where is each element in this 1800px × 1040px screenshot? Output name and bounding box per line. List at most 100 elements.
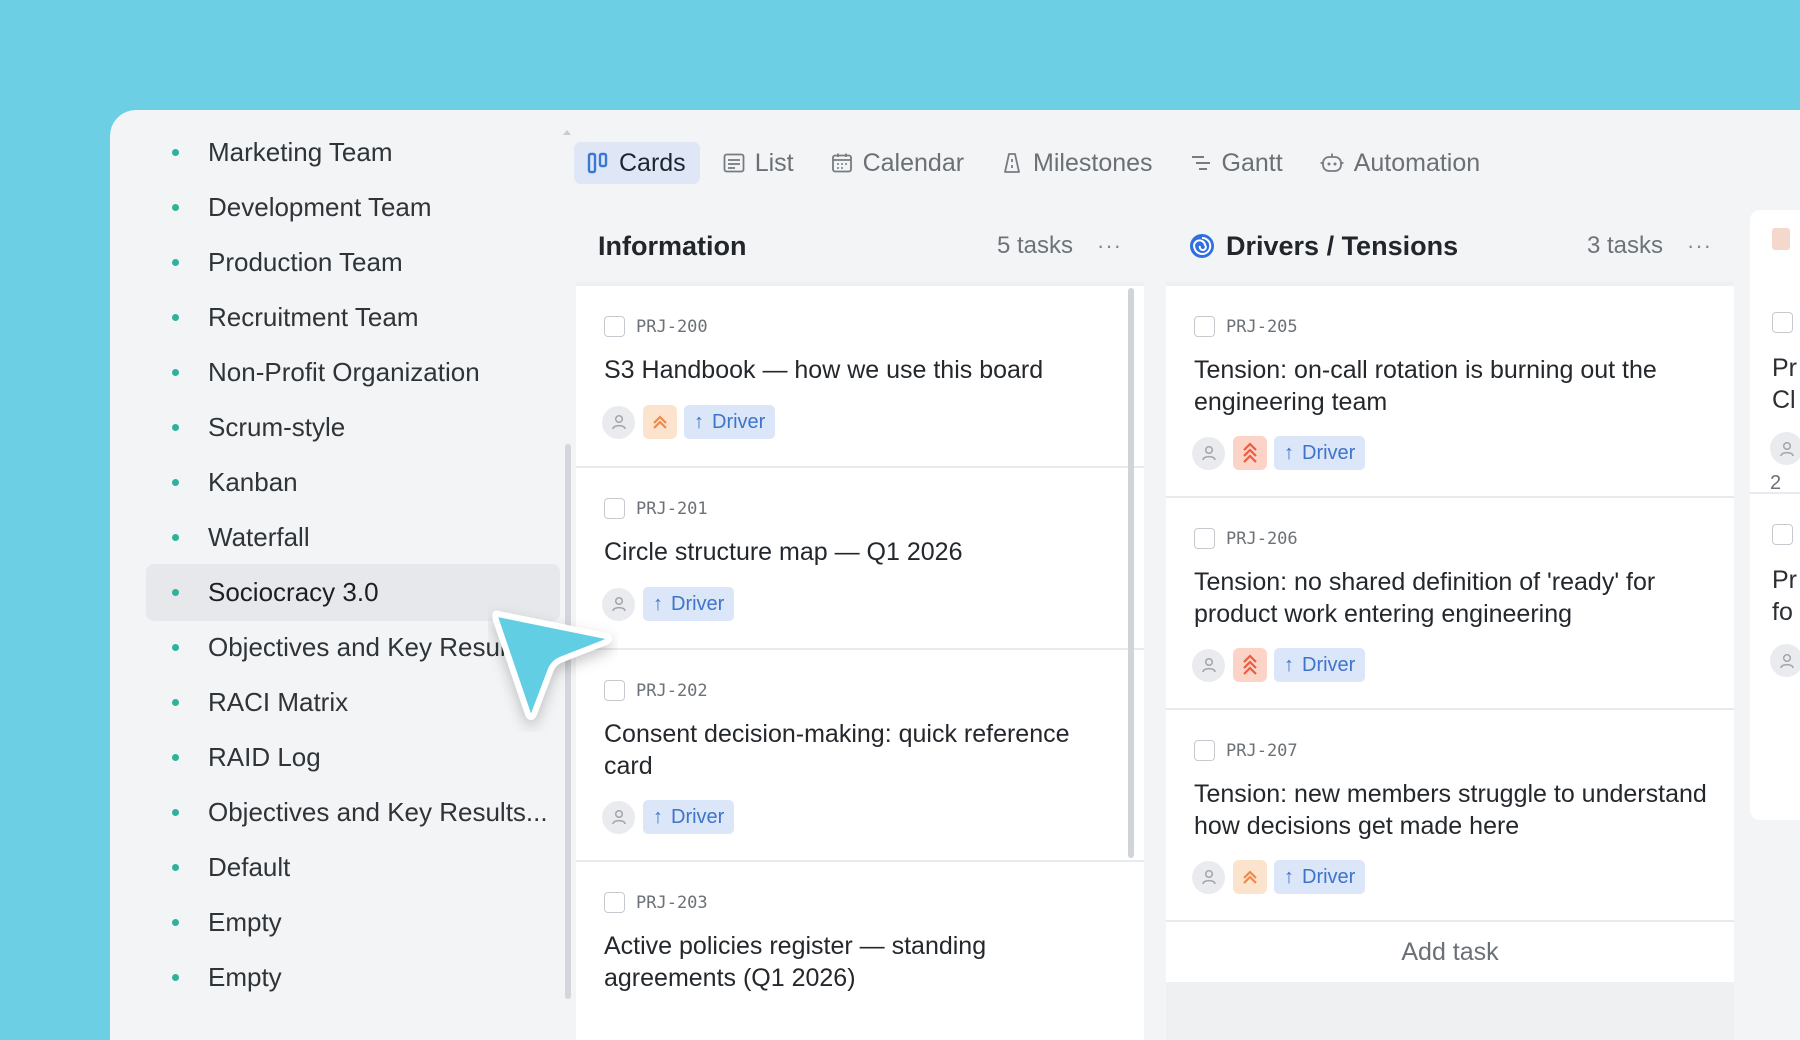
app-window: Marketing Team Development Team Producti…	[110, 110, 1800, 1040]
task-id: PRJ-205	[1226, 316, 1298, 337]
priority-high-icon[interactable]	[1233, 648, 1267, 682]
task-card[interactable]: PRJ-201 Circle structure map — Q1 2026 ↑…	[576, 468, 1144, 650]
bullet-icon	[172, 754, 179, 761]
sidebar-item-label: RAID Log	[208, 742, 321, 772]
add-task-button[interactable]: Add task	[1166, 922, 1734, 982]
tab-milestones[interactable]: Milestones	[988, 142, 1167, 184]
assignee-avatar-icon[interactable]	[602, 405, 635, 439]
calendar-icon	[831, 153, 852, 173]
task-card[interactable]: PRJ-202 Consent decision-making: quick r…	[576, 650, 1144, 862]
sidebar: Marketing Team Development Team Producti…	[110, 124, 571, 1040]
task-checkbox[interactable]	[1194, 316, 1215, 337]
sidebar-item-development-team[interactable]: Development Team	[146, 179, 560, 236]
tag-driver[interactable]: ↑ Driver	[1274, 648, 1366, 682]
sidebar-item-default[interactable]: Default	[146, 839, 560, 896]
sidebar-item-production-team[interactable]: Production Team	[146, 234, 560, 291]
cursor-pointer-icon	[492, 610, 612, 720]
task-card[interactable]: Pr Cl 2	[1750, 282, 1800, 494]
task-id: PRJ-200	[636, 316, 708, 337]
tab-gantt[interactable]: Gantt	[1177, 142, 1297, 184]
sidebar-item-non-profit-organization[interactable]: Non-Profit Organization	[146, 344, 560, 401]
task-title: Tension: no shared definition of 'ready'…	[1194, 568, 1656, 628]
task-title: Consent decision-making: quick reference…	[604, 720, 1070, 780]
assignee-avatar-icon[interactable]	[602, 800, 635, 834]
task-title-fragment: Cl	[1772, 386, 1796, 414]
tag-driver[interactable]: ↑ Driver	[643, 800, 735, 834]
task-card[interactable]: PRJ-206 Tension: no shared definition of…	[1166, 498, 1734, 710]
task-checkbox[interactable]	[604, 498, 625, 519]
priority-medium-icon[interactable]	[1233, 860, 1267, 894]
arrow-up-icon: ↑	[1284, 653, 1294, 676]
bullet-icon	[172, 369, 179, 376]
bullet-icon	[172, 479, 179, 486]
sidebar-item-scrum-style[interactable]: Scrum-style	[146, 399, 560, 456]
task-id: PRJ-207	[1226, 740, 1298, 761]
tag-driver[interactable]: ↑ Driver	[1274, 436, 1366, 470]
task-card[interactable]: PRJ-200 S3 Handbook — how we use this bo…	[576, 286, 1144, 468]
assignee-avatar-icon[interactable]	[1192, 648, 1225, 682]
task-card[interactable]: Pr fo	[1750, 494, 1800, 704]
assignee-avatar-icon[interactable]	[1770, 644, 1800, 677]
sidebar-item-waterfall[interactable]: Waterfall	[146, 509, 560, 566]
sidebar-item-okr-2[interactable]: Objectives and Key Results...	[146, 784, 560, 841]
bullet-icon	[172, 864, 179, 871]
more-icon[interactable]: ···	[1687, 233, 1712, 259]
sidebar-scroll-up-icon[interactable]	[563, 130, 571, 135]
tab-cards[interactable]: Cards	[574, 142, 700, 184]
task-id: PRJ-203	[636, 892, 708, 913]
bullet-icon	[172, 919, 179, 926]
task-id: PRJ-202	[636, 680, 708, 701]
sidebar-item-raid-log[interactable]: RAID Log	[146, 729, 560, 786]
task-id: PRJ-201	[636, 498, 708, 519]
more-icon[interactable]: ···	[1097, 233, 1122, 259]
arrow-up-icon: ↑	[694, 410, 704, 433]
column-header: Drivers / Tensions 3 tasks ···	[1166, 210, 1734, 282]
view-tabs: Cards List Calendar Milestones Gantt Aut…	[574, 142, 1504, 184]
tag-driver[interactable]: ↑ Driver	[684, 405, 776, 439]
task-count: 5 tasks	[996, 232, 1074, 259]
priority-medium-icon[interactable]	[643, 405, 677, 439]
task-checkbox[interactable]	[1772, 312, 1793, 333]
tab-label: Calendar	[862, 148, 965, 177]
tag-driver[interactable]: ↑ Driver	[643, 587, 735, 621]
tag-label: Driver	[1302, 865, 1356, 888]
sidebar-item-recruitment-team[interactable]: Recruitment Team	[146, 289, 560, 346]
column-scrollbar[interactable]	[1128, 288, 1134, 858]
assignee-avatar-icon[interactable]	[1192, 860, 1225, 894]
arrow-up-icon: ↑	[1284, 441, 1294, 464]
task-checkbox[interactable]	[1194, 528, 1215, 549]
subtask-count: 2	[1770, 472, 1782, 494]
tag-label: Driver	[712, 410, 766, 433]
assignee-avatar-icon[interactable]	[1192, 436, 1225, 470]
column-icon	[1772, 228, 1790, 250]
task-checkbox[interactable]	[1772, 524, 1793, 545]
task-checkbox[interactable]	[604, 316, 625, 337]
task-title-fragment: fo	[1772, 598, 1793, 626]
bullet-icon	[172, 534, 179, 541]
arrow-up-icon: ↑	[1284, 865, 1294, 888]
priority-high-icon[interactable]	[1233, 436, 1267, 470]
task-card[interactable]: PRJ-207 Tension: new members struggle to…	[1166, 710, 1734, 922]
tab-label: Automation	[1353, 148, 1481, 177]
bullet-icon	[172, 149, 179, 156]
task-card[interactable]: PRJ-205 Tension: on-call rotation is bur…	[1166, 286, 1734, 498]
task-checkbox[interactable]	[1194, 740, 1215, 761]
tag-label: Driver	[1302, 441, 1356, 464]
sidebar-item-kanban[interactable]: Kanban	[146, 454, 560, 511]
sidebar-item-label: Development Team	[208, 192, 432, 222]
tab-automation[interactable]: Automation	[1307, 142, 1494, 184]
tab-list[interactable]: List	[710, 142, 808, 184]
tab-calendar[interactable]: Calendar	[818, 142, 978, 184]
sidebar-item-empty-2[interactable]: Empty	[146, 949, 560, 1006]
sidebar-item-marketing-team[interactable]: Marketing Team	[146, 124, 560, 181]
sidebar-item-label: Objectives and Key Results...	[208, 797, 548, 827]
task-checkbox[interactable]	[604, 892, 625, 913]
sidebar-item-empty[interactable]: Empty	[146, 894, 560, 951]
bullet-icon	[172, 259, 179, 266]
sidebar-item-label: Sociocracy 3.0	[208, 577, 379, 607]
assignee-avatar-icon[interactable]	[1770, 432, 1800, 465]
task-card[interactable]: PRJ-203 Active policies register — stand…	[576, 862, 1144, 1040]
tag-driver[interactable]: ↑ Driver	[1274, 860, 1366, 894]
tag-label: Driver	[671, 592, 725, 615]
tag-label: Driver	[1302, 653, 1356, 676]
